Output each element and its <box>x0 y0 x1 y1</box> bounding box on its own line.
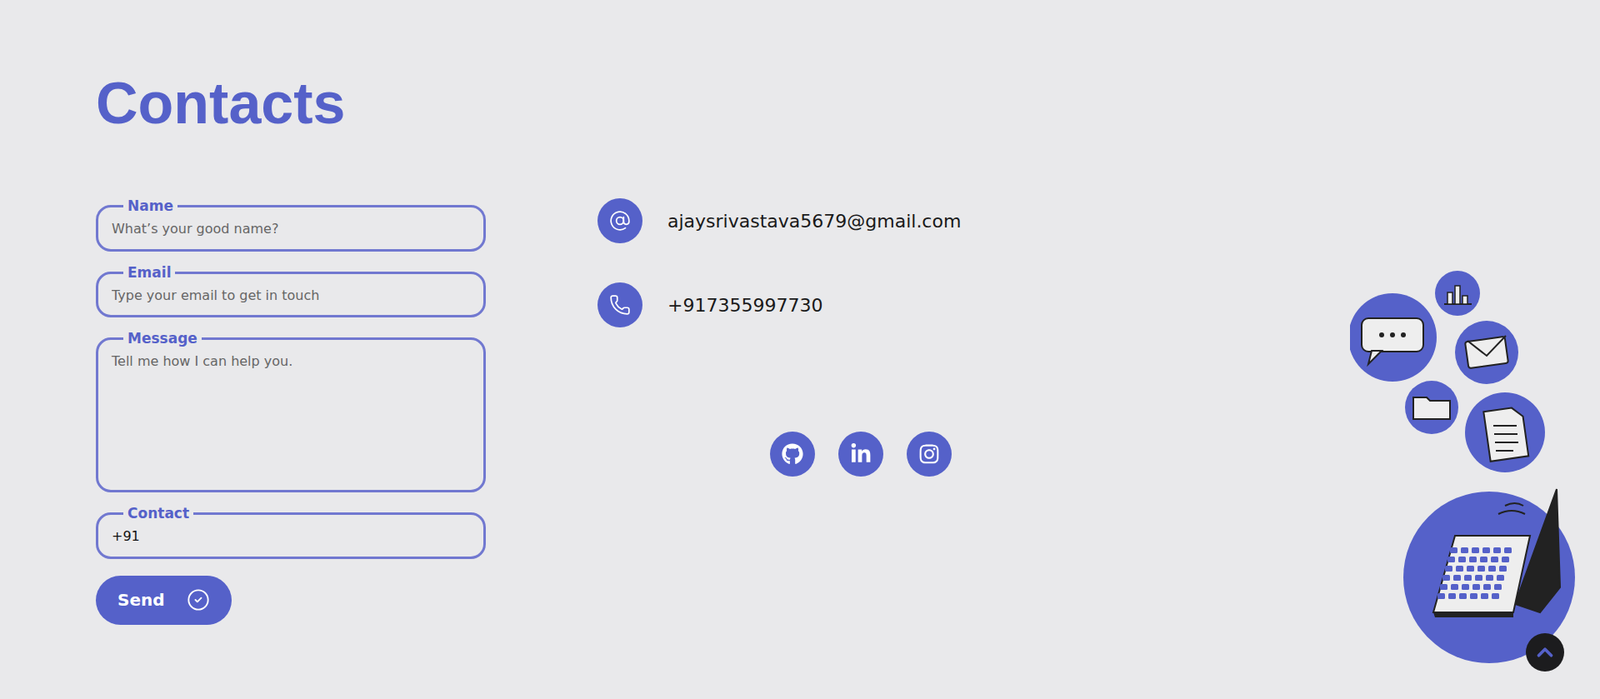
github-icon <box>781 443 804 465</box>
scroll-top-button[interactable] <box>1525 633 1565 672</box>
text-input[interactable] <box>110 280 472 310</box>
message-textarea[interactable] <box>110 346 472 482</box>
form-field: Name <box>95 198 486 252</box>
send-button[interactable]: Send <box>95 575 232 625</box>
contact-form: Name Email Message Contact Send <box>95 198 486 625</box>
contacts-row: Name Email Message Contact Send ajaysrivastav… <box>95 198 1600 667</box>
linkedin-icon <box>850 443 872 465</box>
contact-item: ajaysrivastava5679@gmail.com <box>597 198 1125 244</box>
field-label: Email <box>123 265 175 281</box>
text-input[interactable] <box>110 521 472 552</box>
check-circle-icon <box>186 588 210 612</box>
contact-info: ajaysrivastava5679@gmail.com +91735599773… <box>597 198 1125 477</box>
field-label: Contact <box>123 505 194 522</box>
phone-icon <box>609 294 631 316</box>
contact-list: ajaysrivastava5679@gmail.com +91735599773… <box>597 198 1125 328</box>
social-link[interactable] <box>838 431 884 477</box>
page-title: Contacts <box>95 68 1600 139</box>
contact-badge <box>597 282 643 328</box>
social-links <box>597 431 1125 477</box>
contact-text: ajaysrivastava5679@gmail.com <box>667 210 961 232</box>
contact-illustration <box>1350 270 1584 667</box>
instagram-icon <box>918 443 940 465</box>
email-icon <box>609 210 631 232</box>
social-link[interactable] <box>906 431 952 477</box>
text-input[interactable] <box>110 214 472 245</box>
send-label: Send <box>117 590 165 610</box>
contacts-page: Contacts Name Email Message Contact Send ajays… <box>0 0 1600 699</box>
field-label: Name <box>123 198 178 215</box>
form-field: Contact <box>95 505 486 560</box>
form-field: Message <box>95 330 486 493</box>
chevron-up-icon <box>1532 640 1558 665</box>
contact-item: +917355997730 <box>597 282 1125 328</box>
contact-text: +917355997730 <box>667 295 823 316</box>
field-label: Message <box>123 330 202 347</box>
contact-badge <box>597 198 643 244</box>
social-link[interactable] <box>770 431 815 477</box>
form-field: Email <box>95 265 486 319</box>
